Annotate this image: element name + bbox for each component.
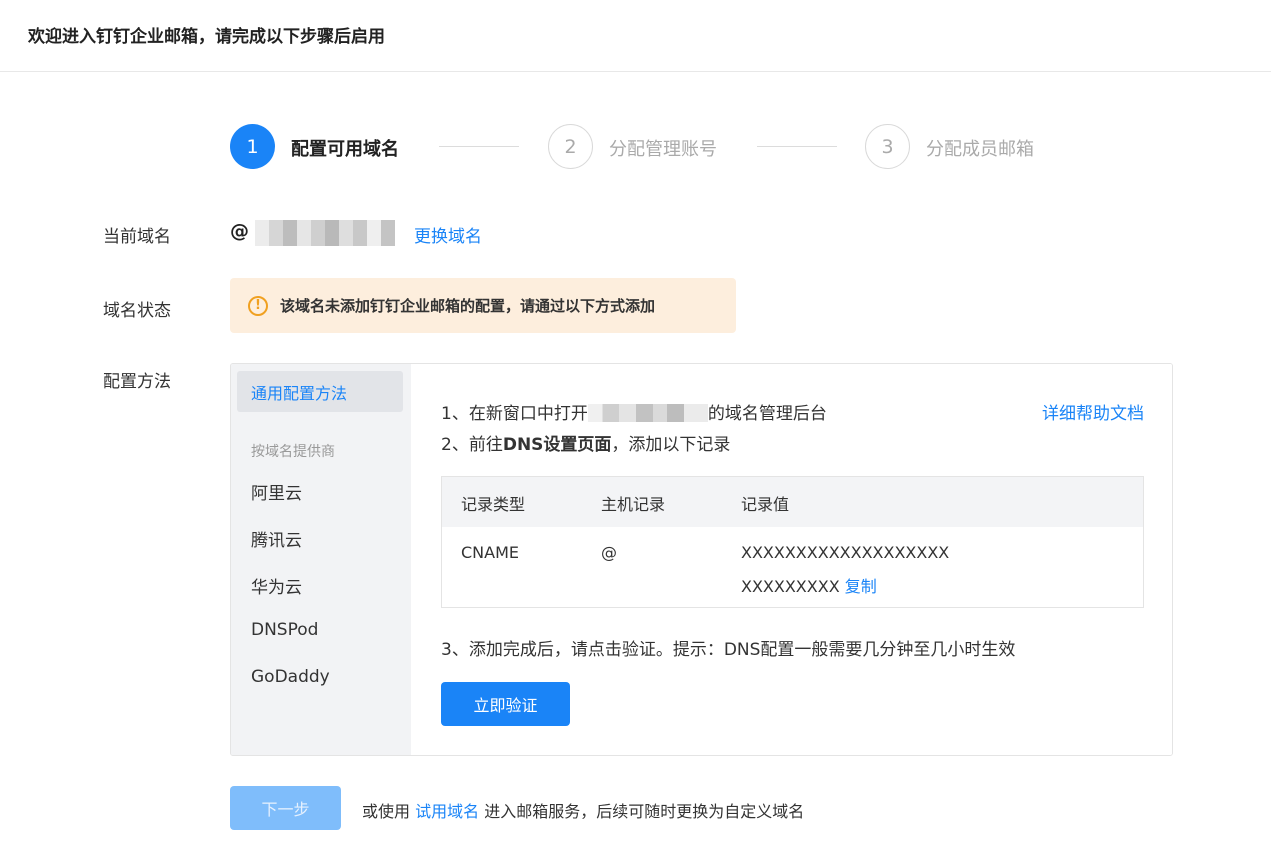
provider-item-huawei[interactable]: 华为云	[251, 573, 302, 598]
provider-heading: 按域名提供商	[251, 444, 335, 460]
trial-hint-prefix: 或使用	[362, 802, 411, 821]
domain-status-alert: ! 该域名未添加钉钉企业邮箱的配置，请通过以下方式添加	[230, 278, 736, 333]
trial-domain-hint: 或使用 试用域名 进入邮箱服务，后续可随时更换为自定义域名	[362, 798, 804, 822]
copy-value-link[interactable]: 复制	[845, 577, 877, 596]
instruction-step-1-suffix: 的域名管理后台	[707, 404, 827, 424]
config-method-nav: 通用配置方法 按域名提供商 阿里云 腾讯云 华为云 DNSPod GoDaddy	[231, 364, 411, 755]
instruction-step-2-prefix: 2、前往	[441, 435, 503, 455]
step-1-label: 配置可用域名	[291, 139, 399, 160]
provider-item-dnspod[interactable]: DNSPod	[251, 620, 318, 640]
step-indicator: 1 配置可用域名 2 分配管理账号 3 分配成员邮箱	[230, 124, 1060, 170]
column-header-host: 主机记录	[601, 495, 666, 514]
domain-redacted	[255, 220, 395, 246]
record-value-line-2-text: XXXXXXXXX	[741, 577, 840, 596]
provider-item-aliyun[interactable]: 阿里云	[251, 479, 302, 504]
verify-now-button[interactable]: 立即验证	[441, 682, 570, 726]
domain-at-sign: @	[230, 220, 249, 242]
record-host-cell: @	[601, 543, 617, 562]
step-1-circle: 1	[230, 124, 275, 169]
page-header: 欢迎进入钉钉企业邮箱，请完成以下步骤后启用	[0, 0, 1271, 72]
current-domain-label: 当前域名	[103, 227, 171, 247]
warning-icon: !	[248, 295, 268, 316]
page-title: 欢迎进入钉钉企业邮箱，请完成以下步骤后启用	[28, 27, 385, 47]
instruction-step-3: 3、添加完成后，请点击验证。提示：DNS配置一般需要几分钟至几小时生效	[441, 640, 1016, 660]
registrar-redacted	[587, 404, 708, 422]
config-method-label: 配置方法	[103, 372, 171, 392]
change-domain-link[interactable]: 更换域名	[414, 222, 482, 247]
config-instructions: 1、在新窗口中打开 的域名管理后台 详细帮助文档 2、前往DNS设置页面，添加以下…	[411, 364, 1172, 755]
step-2-label: 分配管理账号	[609, 139, 717, 160]
next-step-button[interactable]: 下一步	[230, 786, 341, 830]
dns-record-table: 记录类型 主机记录 记录值 CNAME @ XXXXXXXXXXXXXXXXXX…	[441, 476, 1144, 608]
dns-settings-page-label: DNS设置页面	[502, 435, 612, 455]
instruction-step-1: 1、在新窗口中打开 的域名管理后台	[441, 399, 827, 424]
step-3-circle: 3	[865, 124, 910, 169]
provider-item-godaddy[interactable]: GoDaddy	[251, 667, 330, 687]
step-3-label: 分配成员邮箱	[926, 139, 1034, 160]
trial-hint-suffix: 进入邮箱服务，后续可随时更换为自定义域名	[484, 802, 805, 821]
record-type-cell: CNAME	[461, 543, 519, 562]
column-header-type: 记录类型	[461, 495, 526, 514]
config-panel: 通用配置方法 按域名提供商 阿里云 腾讯云 华为云 DNSPod GoDaddy…	[230, 363, 1173, 756]
step-2-circle: 2	[548, 124, 593, 169]
instruction-step-1-prefix: 1、在新窗口中打开	[441, 404, 588, 424]
tab-general-config[interactable]: 通用配置方法	[237, 371, 403, 412]
help-docs-link[interactable]: 详细帮助文档	[1042, 399, 1144, 424]
table-header: 记录类型 主机记录 记录值	[442, 477, 1143, 527]
step-connector-2	[757, 146, 837, 147]
instruction-step-2: 2、前往DNS设置页面，添加以下记录	[441, 430, 730, 455]
trial-domain-link[interactable]: 试用域名	[415, 802, 479, 821]
step-connector-1	[439, 146, 519, 147]
provider-item-tencent[interactable]: 腾讯云	[251, 526, 302, 551]
column-header-value: 记录值	[741, 495, 790, 514]
domain-status-message: 该域名未添加钉钉企业邮箱的配置，请通过以下方式添加	[280, 297, 656, 315]
record-value-line-2: XXXXXXXXX 复制	[741, 573, 877, 597]
instruction-step-2-suffix: ，添加以下记录	[611, 435, 731, 455]
record-value-line-1: XXXXXXXXXXXXXXXXXXX	[741, 543, 950, 562]
domain-status-label: 域名状态	[103, 301, 171, 321]
